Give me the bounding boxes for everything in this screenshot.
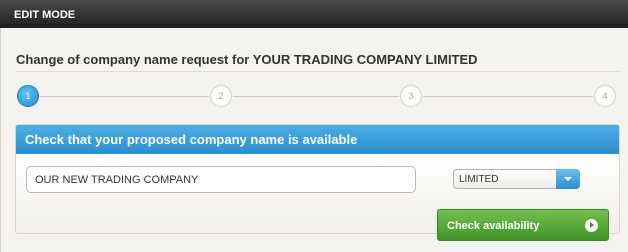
chevron-down-icon[interactable] (556, 169, 580, 189)
company-suffix-select[interactable]: LIMITED (453, 169, 580, 189)
step-connector (39, 96, 209, 97)
step-connector (423, 96, 593, 97)
check-availability-button[interactable]: Check availability (437, 209, 609, 241)
company-name-input[interactable] (26, 166, 416, 193)
select-value: LIMITED (459, 174, 499, 185)
page-title: Change of company name request for YOUR … (16, 52, 478, 67)
edit-mode-label: EDIT MODE (14, 9, 76, 21)
step-4-indicator: 4 (594, 85, 616, 107)
progress-steps: 1 2 3 4 (1, 82, 628, 112)
title-divider (16, 71, 621, 72)
step-connector (233, 96, 399, 97)
card-heading: Check that your proposed company name is… (16, 125, 619, 154)
step-2-indicator: 2 (210, 85, 232, 107)
check-availability-label: Check availability (447, 220, 540, 232)
step-3-indicator: 3 (400, 85, 422, 107)
top-bar: EDIT MODE (0, 0, 628, 28)
arrow-right-circle-icon (585, 219, 598, 232)
step-1-indicator: 1 (17, 85, 39, 107)
